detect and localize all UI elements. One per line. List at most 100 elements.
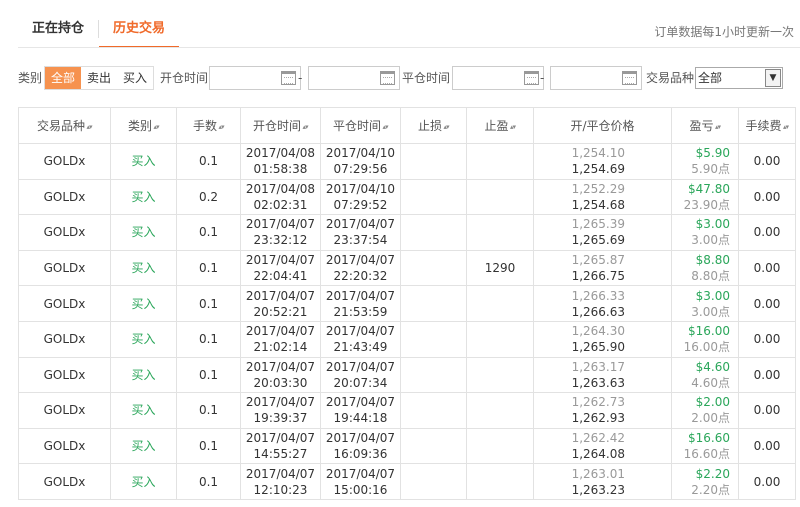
profit-points: 5.90点 [691, 162, 730, 177]
tab-trade-history[interactable]: 历史交易 [99, 0, 180, 48]
cell-fee: 0.00 [738, 249, 796, 287]
cell-fee: 0.00 [738, 285, 796, 322]
header-price: 开/平仓价格 [533, 107, 672, 144]
cell-take-profit [466, 356, 534, 394]
calendar-icon[interactable] [380, 71, 395, 85]
type-segmented-control: 全部 卖出 买入 [44, 66, 155, 90]
header-product[interactable]: 交易品种 [18, 107, 111, 144]
cell-profit-loss: $3.00 3.00点 [671, 214, 739, 251]
open-date: 2017/04/07 [245, 217, 316, 232]
close-clock: 22:20:32 [333, 269, 388, 284]
close-clock: 23:37:54 [333, 233, 388, 248]
cell-lots: 0.2 [176, 178, 241, 216]
cell-type: 买入 [110, 392, 177, 429]
type-filter-label: 类别 [18, 71, 43, 85]
cell-profit-loss: $2.20 2.20点 [671, 463, 739, 500]
product-select[interactable]: 全部 ▼ [695, 67, 783, 89]
close-date: 2017/04/10 [325, 181, 396, 196]
open-clock: 20:03:30 [253, 375, 308, 390]
chevron-down-icon[interactable]: ▼ [765, 69, 781, 87]
open-clock: 19:39:37 [253, 411, 308, 426]
cell-lots: 0.1 [176, 356, 241, 394]
open-clock: 01:58:38 [253, 162, 308, 177]
cell-type: 买入 [110, 178, 177, 216]
cell-product: GOLDx [18, 214, 111, 251]
update-note: 订单数据每1小时更新一次 [654, 25, 794, 39]
header-open-time[interactable]: 开仓时间 [240, 107, 321, 144]
close-date: 2017/04/07 [325, 466, 396, 481]
cell-stop-loss [400, 285, 467, 322]
cell-stop-loss [400, 249, 467, 287]
cell-stop-loss [400, 214, 467, 251]
header-close-time[interactable]: 平仓时间 [320, 107, 401, 144]
close-price: 1,266.75 [571, 269, 625, 284]
open-price: 1,262.73 [571, 395, 625, 410]
cell-lots: 0.1 [176, 392, 241, 429]
open-clock: 23:32:12 [253, 233, 308, 248]
cell-lots: 0.1 [176, 143, 241, 180]
calendar-icon[interactable] [524, 71, 539, 85]
close-price: 1,254.68 [571, 197, 625, 212]
header-type[interactable]: 类别 [110, 107, 177, 144]
cell-take-profit [466, 392, 534, 429]
header-stop-loss[interactable]: 止损 [400, 107, 467, 144]
close-clock: 21:43:49 [333, 340, 388, 355]
open-time-start-input[interactable] [209, 66, 301, 90]
cell-close-time: 2017/04/07 20:07:34 [320, 356, 401, 394]
cell-take-profit [466, 178, 534, 216]
calendar-icon[interactable] [281, 71, 296, 85]
close-date: 2017/04/07 [325, 324, 396, 339]
cell-stop-loss [400, 392, 467, 429]
tabs-underline [18, 47, 800, 48]
header-profit-loss[interactable]: 盈亏 [671, 107, 739, 144]
tab-open-positions[interactable]: 正在持仓 [18, 0, 98, 48]
cell-lots: 0.1 [176, 320, 241, 358]
open-time-end-input[interactable] [308, 66, 400, 90]
cell-open-time: 2017/04/07 12:10:23 [240, 463, 321, 500]
close-price: 1,254.69 [571, 162, 625, 177]
close-price: 1,263.63 [571, 375, 625, 390]
close-time-end-input[interactable] [550, 66, 642, 90]
cell-open-time: 2017/04/07 23:32:12 [240, 214, 321, 251]
type-option-buy[interactable]: 买入 [117, 67, 153, 89]
header-take-profit[interactable]: 止盈 [466, 107, 534, 144]
header-fee[interactable]: 手续费 [738, 107, 796, 144]
open-clock: 20:52:21 [253, 304, 308, 319]
type-option-sell[interactable]: 卖出 [81, 67, 117, 89]
close-price: 1,263.23 [571, 482, 625, 497]
cell-type: 买入 [110, 320, 177, 358]
open-time-range-dash: - [298, 71, 303, 85]
cell-open-time: 2017/04/07 22:04:41 [240, 249, 321, 287]
profit-points: 16.60点 [683, 447, 730, 462]
profit-points: 3.00点 [691, 233, 730, 248]
table-header-row: 交易品种 类别 手数 开仓时间 平仓时间 止损 止盈 开/平仓价格 盈亏 手续费 [18, 107, 796, 144]
header-lots[interactable]: 手数 [176, 107, 241, 144]
open-price: 1,264.30 [571, 324, 625, 339]
profit-points: 3.00点 [691, 304, 730, 319]
product-filter-label: 交易品种 [646, 71, 695, 85]
cell-stop-loss [400, 143, 467, 180]
cell-product: GOLDx [18, 463, 111, 500]
product-select-value: 全部 [698, 71, 723, 85]
table-row: GOLDx 买入 0.1 2017/04/08 01:58:38 2017/04/10 07… [18, 143, 796, 180]
calendar-icon[interactable] [622, 71, 637, 85]
open-date: 2017/04/07 [245, 431, 316, 446]
cell-stop-loss [400, 356, 467, 394]
cell-product: GOLDx [18, 143, 111, 180]
close-price: 1,264.08 [571, 447, 625, 462]
profit-amount: $5.90 [695, 146, 730, 161]
profit-amount: $4.60 [695, 359, 730, 374]
close-date: 2017/04/07 [325, 431, 396, 446]
type-option-all[interactable]: 全部 [45, 67, 82, 89]
cell-take-profit [466, 427, 534, 465]
cell-profit-loss: $5.90 5.90点 [671, 143, 739, 180]
close-price: 1,265.90 [571, 340, 625, 355]
table-row: GOLDx 买入 0.2 2017/04/08 02:02:31 2017/04/10 07… [18, 178, 796, 216]
close-time-start-input[interactable] [452, 66, 544, 90]
cell-take-profit: 1290 [466, 249, 534, 287]
cell-open-time: 2017/04/07 20:52:21 [240, 285, 321, 322]
cell-price: 1,264.30 1,265.90 [533, 320, 672, 358]
close-time-label: 平仓时间 [402, 71, 451, 85]
close-clock: 07:29:56 [333, 162, 388, 177]
profit-points: 16.00点 [683, 340, 730, 355]
